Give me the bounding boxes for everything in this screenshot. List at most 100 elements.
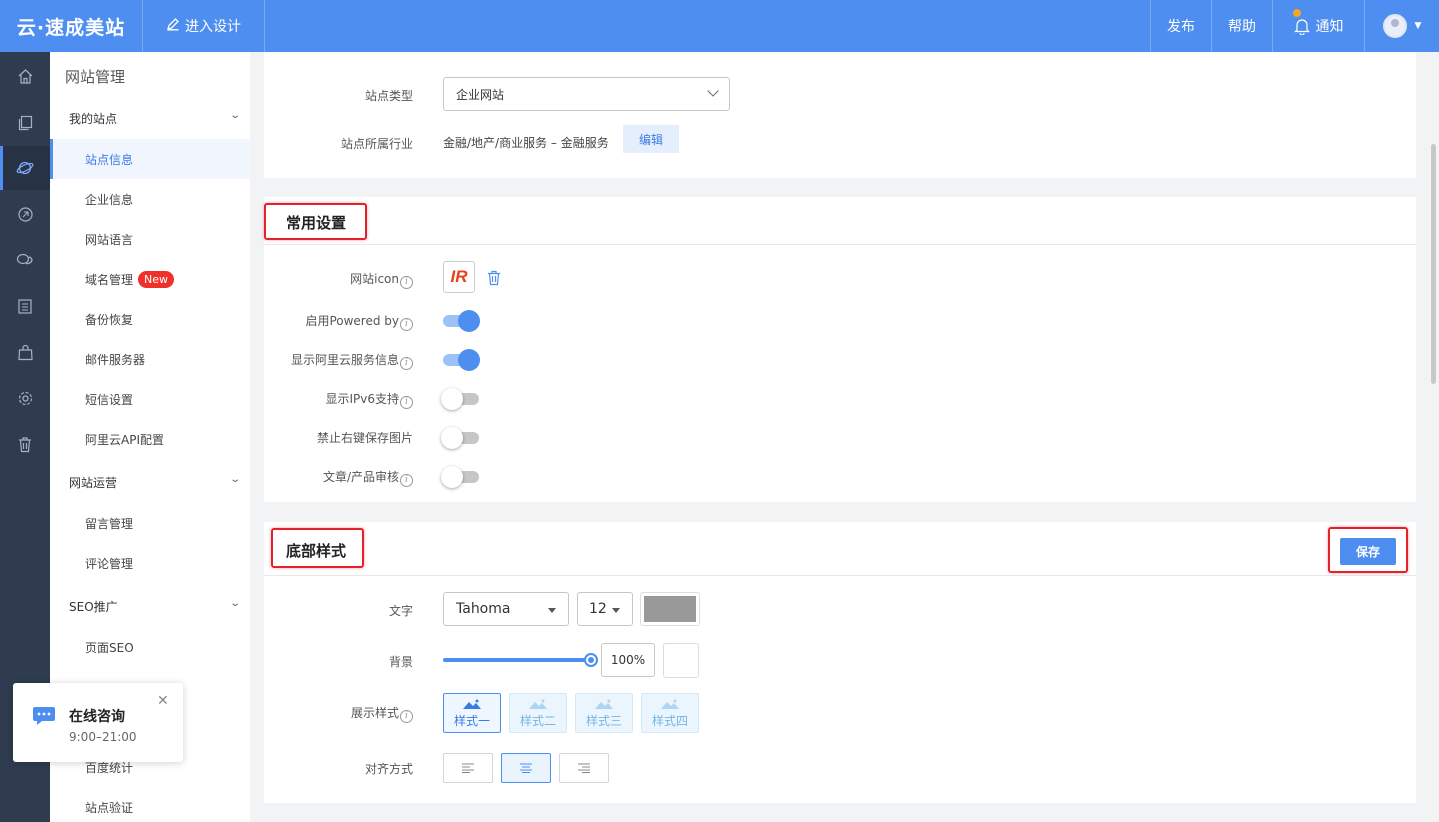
footer-style-header: 底部样式 <box>264 522 1416 576</box>
sidebar-item-site-info[interactable]: 站点信息 <box>50 139 250 179</box>
pages-icon[interactable] <box>0 100 50 144</box>
background-color-picker[interactable] <box>663 643 699 678</box>
sidebar-item-sms[interactable]: 短信设置 <box>50 379 250 419</box>
chevron-down-icon: ⌄ <box>228 110 241 121</box>
style-option-2[interactable]: 样式二 <box>509 693 567 733</box>
shopping-bag-icon[interactable] <box>0 330 50 374</box>
chevron-down-icon: ⌄ <box>228 474 241 485</box>
site-favicon[interactable]: IR <box>443 261 475 293</box>
aliyun-info-label: 显示阿里云服务信息 i <box>291 351 413 370</box>
sidebar-item-mail-server[interactable]: 邮件服务器 <box>50 339 250 379</box>
edit-industry-button[interactable]: 编辑 <box>623 125 679 153</box>
align-center-button[interactable] <box>501 753 551 783</box>
toggle-knob <box>441 466 463 488</box>
settings-gear-icon[interactable] <box>0 376 50 420</box>
enter-design-button[interactable]: 进入设计 <box>143 0 265 52</box>
align-left-button[interactable] <box>443 753 493 783</box>
home-icon[interactable] <box>0 54 50 98</box>
sidebar-item-aliyun-api[interactable]: 阿里云API配置 <box>50 419 250 459</box>
close-icon[interactable]: ✕ <box>157 693 169 709</box>
list-icon[interactable] <box>0 284 50 328</box>
font-size-select[interactable]: 12 <box>577 592 633 626</box>
aliyun-info-toggle[interactable] <box>443 349 480 371</box>
common-settings-header: 常用设置 <box>264 197 1416 245</box>
link-icon[interactable] <box>0 192 50 236</box>
notify-label: 通知 <box>1315 19 1344 35</box>
text-color-picker[interactable] <box>640 592 700 626</box>
sidebar-item-page-seo[interactable]: 页面SEO <box>50 627 250 667</box>
slider-thumb[interactable] <box>584 653 598 667</box>
info-icon[interactable]: i <box>400 357 413 370</box>
chevron-down-icon <box>707 85 719 97</box>
font-family-value: Tahoma <box>456 601 511 617</box>
info-icon[interactable]: i <box>400 318 413 331</box>
font-family-select[interactable]: Tahoma <box>443 592 569 626</box>
sidebar-title: 网站管理 <box>65 68 126 86</box>
highlight-box <box>264 203 367 240</box>
style-option-label: 样式二 <box>519 714 556 728</box>
pen-icon <box>166 17 180 35</box>
site-info-card: 站点类型 企业网站 站点所属行业 金融/地产/商业服务 – 金融服务 编辑 <box>264 52 1416 178</box>
caret-down-icon: ▼ <box>1414 21 1422 31</box>
style-option-label: 样式三 <box>585 714 622 728</box>
trash-icon[interactable] <box>0 422 50 466</box>
toggle-knob <box>458 310 480 332</box>
font-size-value: 12 <box>589 601 607 617</box>
footer-style-card: 底部样式 保存 文字 Tahoma 12 背景 100% 展示样式 i 样式一 样… <box>264 522 1416 803</box>
info-icon[interactable]: i <box>400 710 413 723</box>
style-option-4[interactable]: 样式四 <box>641 693 699 733</box>
opacity-slider[interactable] <box>443 653 598 667</box>
sidebar-item-backup[interactable]: 备份恢复 <box>50 299 250 339</box>
sidebar-group-my-sites[interactable]: 我的站点 ⌄ <box>69 110 241 127</box>
caret-down-icon <box>548 608 556 613</box>
notify-button[interactable]: 通知 <box>1272 0 1364 52</box>
no-right-click-toggle[interactable] <box>441 427 479 449</box>
sidebar-item-comments[interactable]: 评论管理 <box>50 543 250 583</box>
sidebar-group-label: SEO推广 <box>69 600 118 614</box>
scrollbar[interactable] <box>1431 144 1436 384</box>
image-icon <box>529 699 547 709</box>
publish-button[interactable]: 发布 <box>1150 0 1211 52</box>
sidebar-item-site-language[interactable]: 网站语言 <box>50 219 250 259</box>
enter-design-label: 进入设计 <box>185 19 241 35</box>
logo[interactable]: 云·速成美站 <box>0 0 143 52</box>
align-label: 对齐方式 <box>364 762 413 776</box>
info-icon[interactable]: i <box>400 396 413 409</box>
delete-icon[interactable] <box>487 270 501 286</box>
help-button[interactable]: 帮助 <box>1211 0 1272 52</box>
save-button[interactable]: 保存 <box>1340 538 1396 565</box>
image-icon <box>595 699 613 709</box>
site-type-select[interactable]: 企业网站 <box>443 77 730 111</box>
site-management-icon[interactable] <box>0 146 50 190</box>
align-right-button[interactable] <box>559 753 609 783</box>
user-menu[interactable]: ▼ <box>1364 0 1439 52</box>
sidebar-group-operations[interactable]: 网站运营 ⌄ <box>69 474 241 491</box>
opacity-input[interactable]: 100% <box>601 643 655 677</box>
sidebar-item-label: 域名管理 <box>85 272 134 287</box>
style-option-1[interactable]: 样式一 <box>443 693 501 733</box>
sidebar-item-domain[interactable]: 域名管理 New <box>50 259 250 299</box>
ipv6-label: 显示IPv6支持 i <box>325 390 413 409</box>
sidebar-item-messages[interactable]: 留言管理 <box>50 503 250 543</box>
ipv6-toggle[interactable] <box>441 388 479 410</box>
style-option-3[interactable]: 样式三 <box>575 693 633 733</box>
chat-hours: 9:00–21:00 <box>69 730 137 744</box>
sidebar-group-label: 我的站点 <box>69 112 118 126</box>
text-label: 文字 <box>388 604 413 618</box>
industry-label: 站点所属行业 <box>340 137 413 151</box>
align-center-icon <box>520 763 532 773</box>
sidebar-item-site-verify[interactable]: 站点验证 <box>50 787 250 822</box>
avatar <box>1382 14 1407 38</box>
online-consult-widget[interactable]: 在线咨询 9:00–21:00 ✕ <box>13 683 183 762</box>
powered-by-label: 启用Powered by i <box>305 312 413 331</box>
sidebar-item-company-info[interactable]: 企业信息 <box>50 179 250 219</box>
chevron-down-icon: ⌄ <box>228 598 241 609</box>
review-toggle[interactable] <box>441 466 479 488</box>
info-icon[interactable]: i <box>400 474 413 487</box>
no-right-click-label: 禁止右键保存图片 <box>316 431 413 445</box>
common-settings-card: 常用设置 网站icon i IR 启用Powered by i 显示阿里云服务信息 i… <box>264 197 1416 502</box>
info-icon[interactable]: i <box>400 276 413 289</box>
powered-by-toggle[interactable] <box>443 310 480 332</box>
chat-bubbles-icon[interactable] <box>0 238 50 282</box>
sidebar-group-seo[interactable]: SEO推广 ⌄ <box>69 598 241 615</box>
